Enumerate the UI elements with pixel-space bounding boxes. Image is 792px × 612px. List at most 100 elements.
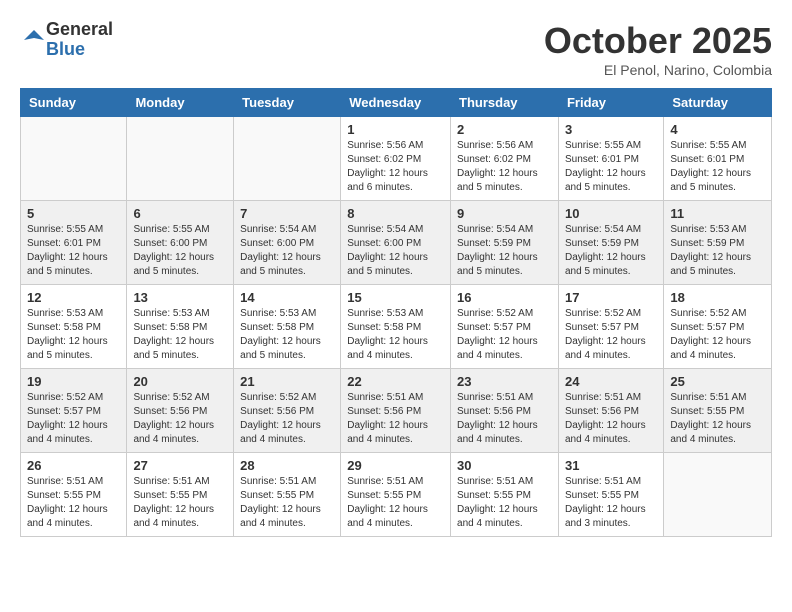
logo-text: General Blue: [46, 20, 113, 60]
logo-icon: [22, 28, 46, 52]
calendar-day-cell: 25Sunrise: 5:51 AM Sunset: 5:55 PM Dayli…: [664, 369, 772, 453]
day-number: 15: [347, 290, 444, 305]
day-info: Sunrise: 5:51 AM Sunset: 5:55 PM Dayligh…: [565, 475, 657, 531]
day-number: 22: [347, 374, 444, 389]
title-block: October 2025 El Penol, Narino, Colombia: [544, 20, 772, 78]
calendar-day-cell: 6 Sunrise: 5:55 AM Sunset: 6:00 PM Daylig…: [127, 201, 234, 285]
weekday-header-sunday: Sunday: [21, 89, 127, 117]
day-number: 23: [457, 374, 552, 389]
calendar-day-cell: 28 Sunrise: 5:51 AM Sunset: 5:55 PM Dayli…: [234, 453, 341, 537]
day-number: 14: [240, 290, 334, 305]
day-number: 20: [133, 374, 227, 389]
day-info: Sunrise: 5:52 AM Sunset: 5:57 PM Dayligh…: [27, 391, 120, 447]
calendar-day-cell: 21 Sunrise: 5:52 AM Sunset: 5:56 PM Dayli…: [234, 369, 341, 453]
day-number: 3: [565, 122, 657, 137]
logo: General Blue: [20, 20, 113, 60]
weekday-header-saturday: Saturday: [664, 89, 772, 117]
weekday-header-thursday: Thursday: [451, 89, 559, 117]
day-info: Sunrise: 5:56 AM Sunset: 6:02 PM Dayligh…: [347, 139, 444, 195]
day-number: 25: [670, 374, 765, 389]
calendar-week-row: 19 Sunrise: 5:52 AM Sunset: 5:57 PM Dayli…: [21, 369, 772, 453]
day-number: 2: [457, 122, 552, 137]
calendar-day-cell: [21, 117, 127, 201]
calendar-day-cell: 29 Sunrise: 5:51 AM Sunset: 5:55 PM Dayli…: [341, 453, 451, 537]
calendar-day-cell: 12 Sunrise: 5:53 AM Sunset: 5:58 PM Dayli…: [21, 285, 127, 369]
day-info: Sunrise: 5:52 AM Sunset: 5:56 PM Dayligh…: [240, 391, 334, 447]
day-number: 24: [565, 374, 657, 389]
day-number: 16: [457, 290, 552, 305]
day-info: Sunrise: 5:55 AM Sunset: 6:01 PM Dayligh…: [670, 139, 765, 195]
weekday-header-wednesday: Wednesday: [341, 89, 451, 117]
calendar-day-cell: 17 Sunrise: 5:52 AM Sunset: 5:57 PM Dayli…: [558, 285, 663, 369]
calendar-day-cell: 20 Sunrise: 5:52 AM Sunset: 5:56 PM Dayli…: [127, 369, 234, 453]
day-info: Sunrise: 5:51 AM Sunset: 5:55 PM Dayligh…: [347, 475, 444, 531]
day-number: 17: [565, 290, 657, 305]
calendar-day-cell: 2 Sunrise: 5:56 AM Sunset: 6:02 PM Daylig…: [451, 117, 559, 201]
day-info: Sunrise: 5:54 AM Sunset: 6:00 PM Dayligh…: [347, 223, 444, 279]
calendar-day-cell: 23Sunrise: 5:51 AM Sunset: 5:56 PM Dayli…: [451, 369, 559, 453]
calendar-day-cell: 5 Sunrise: 5:55 AM Sunset: 6:01 PM Daylig…: [21, 201, 127, 285]
calendar-day-cell: 1Sunrise: 5:56 AM Sunset: 6:02 PM Daylig…: [341, 117, 451, 201]
weekday-header-friday: Friday: [558, 89, 663, 117]
day-number: 9: [457, 206, 552, 221]
day-number: 21: [240, 374, 334, 389]
day-info: Sunrise: 5:55 AM Sunset: 6:01 PM Dayligh…: [27, 223, 120, 279]
day-number: 29: [347, 458, 444, 473]
day-number: 4: [670, 122, 765, 137]
calendar-day-cell: 7Sunrise: 5:54 AM Sunset: 6:00 PM Daylig…: [234, 201, 341, 285]
day-info: Sunrise: 5:53 AM Sunset: 5:58 PM Dayligh…: [133, 307, 227, 363]
calendar-body: 1Sunrise: 5:56 AM Sunset: 6:02 PM Daylig…: [21, 117, 772, 537]
day-info: Sunrise: 5:51 AM Sunset: 5:55 PM Dayligh…: [457, 475, 552, 531]
day-number: 28: [240, 458, 334, 473]
day-number: 5: [27, 206, 120, 221]
calendar-week-row: 12 Sunrise: 5:53 AM Sunset: 5:58 PM Dayli…: [21, 285, 772, 369]
day-number: 30: [457, 458, 552, 473]
day-info: Sunrise: 5:51 AM Sunset: 5:56 PM Dayligh…: [565, 391, 657, 447]
day-info: Sunrise: 5:55 AM Sunset: 6:00 PM Dayligh…: [133, 223, 227, 279]
day-info: Sunrise: 5:52 AM Sunset: 5:56 PM Dayligh…: [133, 391, 227, 447]
weekday-header-monday: Monday: [127, 89, 234, 117]
calendar-header: SundayMondayTuesdayWednesdayThursdayFrid…: [21, 89, 772, 117]
day-info: Sunrise: 5:53 AM Sunset: 5:58 PM Dayligh…: [240, 307, 334, 363]
day-info: Sunrise: 5:54 AM Sunset: 5:59 PM Dayligh…: [565, 223, 657, 279]
page-header: General Blue October 2025 El Penol, Nari…: [20, 20, 772, 78]
calendar-day-cell: 18 Sunrise: 5:52 AM Sunset: 5:57 PM Dayli…: [664, 285, 772, 369]
day-number: 26: [27, 458, 120, 473]
day-number: 13: [133, 290, 227, 305]
calendar-day-cell: 19 Sunrise: 5:52 AM Sunset: 5:57 PM Dayli…: [21, 369, 127, 453]
day-info: Sunrise: 5:51 AM Sunset: 5:56 PM Dayligh…: [347, 391, 444, 447]
weekday-header-row: SundayMondayTuesdayWednesdayThursdayFrid…: [21, 89, 772, 117]
calendar-day-cell: 30 Sunrise: 5:51 AM Sunset: 5:55 PM Dayli…: [451, 453, 559, 537]
day-info: Sunrise: 5:51 AM Sunset: 5:55 PM Dayligh…: [27, 475, 120, 531]
month-title: October 2025: [544, 20, 772, 62]
day-info: Sunrise: 5:54 AM Sunset: 5:59 PM Dayligh…: [457, 223, 552, 279]
location: El Penol, Narino, Colombia: [544, 62, 772, 78]
calendar-day-cell: [127, 117, 234, 201]
day-info: Sunrise: 5:54 AM Sunset: 6:00 PM Dayligh…: [240, 223, 334, 279]
calendar-week-row: 26 Sunrise: 5:51 AM Sunset: 5:55 PM Dayli…: [21, 453, 772, 537]
day-number: 12: [27, 290, 120, 305]
day-number: 19: [27, 374, 120, 389]
day-info: Sunrise: 5:56 AM Sunset: 6:02 PM Dayligh…: [457, 139, 552, 195]
calendar-day-cell: 8Sunrise: 5:54 AM Sunset: 6:00 PM Daylig…: [341, 201, 451, 285]
day-number: 31: [565, 458, 657, 473]
calendar-day-cell: 22 Sunrise: 5:51 AM Sunset: 5:56 PM Dayli…: [341, 369, 451, 453]
calendar-day-cell: 9 Sunrise: 5:54 AM Sunset: 5:59 PM Daylig…: [451, 201, 559, 285]
day-number: 6: [133, 206, 227, 221]
calendar-day-cell: 27Sunrise: 5:51 AM Sunset: 5:55 PM Dayli…: [127, 453, 234, 537]
day-info: Sunrise: 5:52 AM Sunset: 5:57 PM Dayligh…: [670, 307, 765, 363]
day-number: 18: [670, 290, 765, 305]
day-number: 27: [133, 458, 227, 473]
calendar-day-cell: 10Sunrise: 5:54 AM Sunset: 5:59 PM Dayli…: [558, 201, 663, 285]
calendar-day-cell: 4 Sunrise: 5:55 AM Sunset: 6:01 PM Daylig…: [664, 117, 772, 201]
day-info: Sunrise: 5:55 AM Sunset: 6:01 PM Dayligh…: [565, 139, 657, 195]
day-info: Sunrise: 5:51 AM Sunset: 5:55 PM Dayligh…: [240, 475, 334, 531]
day-info: Sunrise: 5:53 AM Sunset: 5:58 PM Dayligh…: [27, 307, 120, 363]
calendar-day-cell: 16Sunrise: 5:52 AM Sunset: 5:57 PM Dayli…: [451, 285, 559, 369]
calendar: SundayMondayTuesdayWednesdayThursdayFrid…: [20, 88, 772, 537]
calendar-week-row: 5 Sunrise: 5:55 AM Sunset: 6:01 PM Daylig…: [21, 201, 772, 285]
weekday-header-tuesday: Tuesday: [234, 89, 341, 117]
day-info: Sunrise: 5:52 AM Sunset: 5:57 PM Dayligh…: [565, 307, 657, 363]
calendar-day-cell: [234, 117, 341, 201]
calendar-week-row: 1Sunrise: 5:56 AM Sunset: 6:02 PM Daylig…: [21, 117, 772, 201]
